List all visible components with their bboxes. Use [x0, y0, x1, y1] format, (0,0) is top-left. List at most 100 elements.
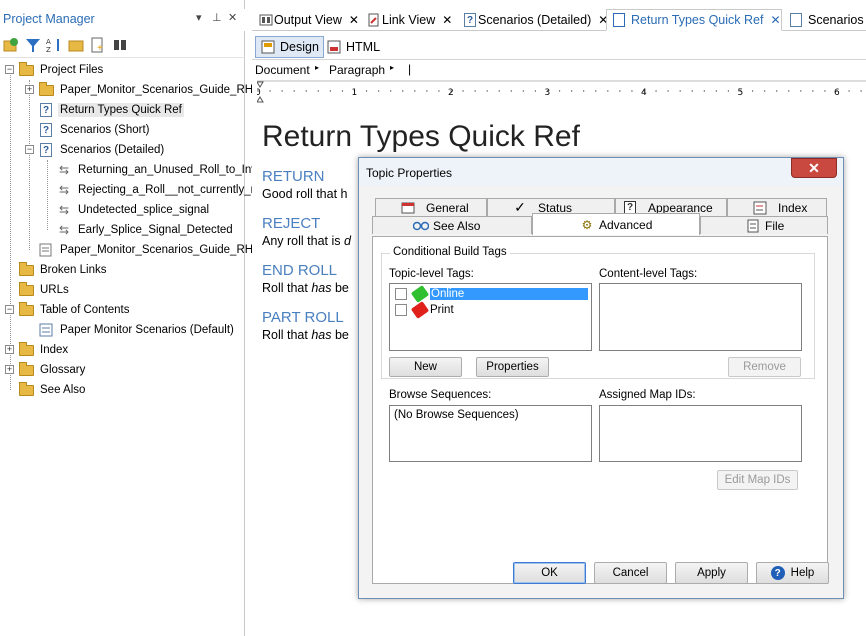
- ruler-tick: [679, 90, 681, 92]
- tab-advanced[interactable]: ⚙ Advanced: [532, 213, 700, 235]
- ruler-tick: [667, 90, 669, 92]
- tree-item-see-also[interactable]: See Also: [18, 380, 87, 400]
- html-mode-button[interactable]: HTML: [322, 36, 384, 58]
- text-run-italic: d: [343, 234, 351, 248]
- dialog-titlebar[interactable]: Topic Properties ✕: [359, 158, 843, 186]
- glasses-icon: [413, 219, 429, 233]
- filter-icon[interactable]: [25, 37, 41, 53]
- collapse-toggle[interactable]: −: [5, 65, 14, 74]
- tree-item-subtopic[interactable]: ⇆ Early_Splice_Signal_Detected: [56, 220, 235, 240]
- tree-item-toc-default[interactable]: Paper Monitor Scenarios (Default): [38, 320, 236, 340]
- new-topic-icon[interactable]: +: [90, 37, 106, 53]
- output-view-icon: [258, 12, 274, 28]
- tag-checkbox[interactable]: [395, 303, 407, 316]
- design-mode-button[interactable]: Design: [255, 36, 324, 58]
- ok-button[interactable]: OK: [513, 562, 586, 584]
- subtopic-icon: ⇆: [58, 183, 70, 197]
- new-folder-icon[interactable]: [68, 37, 84, 53]
- new-button[interactable]: New: [389, 357, 462, 377]
- breadcrumb-paragraph[interactable]: Paragraph: [329, 63, 385, 77]
- tree-item-index[interactable]: + Index: [4, 340, 70, 360]
- tab-close-icon[interactable]: ✕: [770, 13, 780, 27]
- tree-item-scenarios-short[interactable]: ? Scenarios (Short): [38, 120, 151, 140]
- tree-item-project-folder-1[interactable]: + Paper_Monitor_Scenarios_Guide_RHlr: [24, 80, 261, 100]
- text-run: Roll that: [262, 281, 312, 295]
- tab-general[interactable]: General: [375, 198, 487, 216]
- ruler[interactable]: 0 1 2 3 4 5 6: [257, 80, 866, 104]
- content-level-label: Content-level Tags:: [599, 268, 698, 280]
- collapse-toggle[interactable]: −: [5, 305, 14, 314]
- tab-label: Output View: [274, 13, 342, 27]
- panel-menu-icon[interactable]: ▾: [196, 11, 202, 24]
- tree-line: [29, 80, 30, 250]
- tree-item-project-file-2[interactable]: Paper_Monitor_Scenarios_Guide_RHlr: [38, 240, 261, 260]
- text-run: Roll that: [262, 328, 312, 342]
- tab-return-types[interactable]: Return Types Quick Ref ✕: [606, 9, 782, 31]
- tag-checkbox[interactable]: [395, 287, 407, 300]
- tab-index[interactable]: Index: [727, 198, 827, 216]
- tree-item-subtopic[interactable]: ⇆ Rejecting_a_Roll__not_currently_r: [56, 180, 256, 200]
- group-label: Conditional Build Tags: [390, 246, 510, 258]
- breadcrumb-document[interactable]: Document: [255, 63, 310, 77]
- tree-item-subtopic[interactable]: ⇆ Undetected_splice_signal: [56, 200, 211, 220]
- tab-label: Advanced: [599, 217, 653, 232]
- sort-icon[interactable]: AZ: [46, 37, 62, 53]
- topic-properties-dialog: Topic Properties ✕ General ✓ Status ? Ap…: [358, 157, 844, 599]
- tree-item-scenarios-detailed[interactable]: − ? Scenarios (Detailed): [24, 140, 166, 160]
- cancel-button[interactable]: Cancel: [594, 562, 667, 584]
- tag-item-online[interactable]: Online: [392, 284, 588, 303]
- ruler-tick: [619, 90, 621, 92]
- tree-item-return-types[interactable]: ? Return Types Quick Ref: [38, 100, 184, 120]
- assigned-map-ids-list[interactable]: [599, 405, 802, 462]
- first-indent-marker[interactable]: [257, 81, 264, 88]
- ruler-tick: [317, 90, 320, 92]
- collapse-toggle[interactable]: −: [25, 145, 34, 154]
- page-title: Return Types Quick Ref: [262, 120, 580, 153]
- edit-map-ids-button[interactable]: Edit Map IDs: [717, 470, 798, 490]
- tag-item-print[interactable]: Print: [392, 300, 588, 319]
- help-circle-icon: ?: [770, 566, 785, 580]
- add-project-icon[interactable]: [3, 37, 19, 53]
- expand-toggle[interactable]: +: [5, 365, 14, 374]
- apply-button[interactable]: Apply: [675, 562, 748, 584]
- browse-sequences-value: (No Browse Sequences): [394, 409, 519, 421]
- browse-sequences-list[interactable]: (No Browse Sequences): [389, 405, 592, 462]
- dialog-title: Topic Properties: [366, 166, 453, 180]
- tree-item-toc[interactable]: − Table of Contents: [4, 300, 132, 320]
- ruler-tick: [305, 90, 307, 92]
- expand-toggle[interactable]: +: [5, 345, 14, 354]
- panel-close-icon[interactable]: ✕: [228, 11, 237, 24]
- subtopic-icon: ⇆: [58, 223, 70, 237]
- tree-item-subtopic[interactable]: ⇆ Returning_an_Unused_Roll_to_Inv: [56, 160, 259, 180]
- see-also-folder-icon: [18, 381, 34, 398]
- help-button[interactable]: ? Help: [756, 562, 829, 584]
- tab-scenarios-detailed[interactable]: ? Scenarios (Detailed) ✕: [458, 9, 608, 31]
- tab-see-also[interactable]: See Also: [372, 216, 532, 234]
- editor-tabbar: Output View ✕ Link View ✕ ? Scenarios (D…: [252, 9, 866, 31]
- tab-file[interactable]: File: [700, 216, 828, 234]
- tab-close-icon[interactable]: ✕: [442, 13, 452, 27]
- pin-icon[interactable]: ⊥: [212, 11, 222, 24]
- tab-scenarios-short[interactable]: Scenarios (S: [784, 9, 866, 31]
- properties-button[interactable]: Properties: [476, 357, 549, 377]
- content-tags-list[interactable]: [599, 283, 802, 351]
- tab-close-icon[interactable]: ✕: [349, 13, 359, 27]
- tab-output-view[interactable]: Output View ✕: [254, 9, 359, 31]
- topic-tags-list[interactable]: Online Print: [389, 283, 592, 351]
- find-icon[interactable]: [112, 37, 128, 53]
- remove-button[interactable]: Remove: [728, 357, 801, 377]
- dialog-close-button[interactable]: ✕: [791, 158, 837, 178]
- topic-icon: [611, 12, 627, 28]
- tab-link-view[interactable]: Link View ✕: [362, 9, 452, 31]
- tree-item-project-files[interactable]: − Project Files: [4, 60, 105, 80]
- topic-help-icon: ?: [38, 142, 54, 158]
- tree-label: Scenarios (Short): [60, 124, 150, 136]
- expand-toggle[interactable]: +: [25, 85, 34, 94]
- tree-item-glossary[interactable]: + Glossary: [4, 360, 87, 380]
- tree-item-urls[interactable]: URLs: [18, 280, 71, 300]
- browse-sequences-label: Browse Sequences:: [389, 389, 492, 401]
- tree-item-broken-links[interactable]: Broken Links: [18, 260, 108, 280]
- tag-color-icon: [410, 300, 430, 319]
- broken-links-icon: [18, 261, 34, 278]
- ruler-number: 4: [641, 88, 647, 98]
